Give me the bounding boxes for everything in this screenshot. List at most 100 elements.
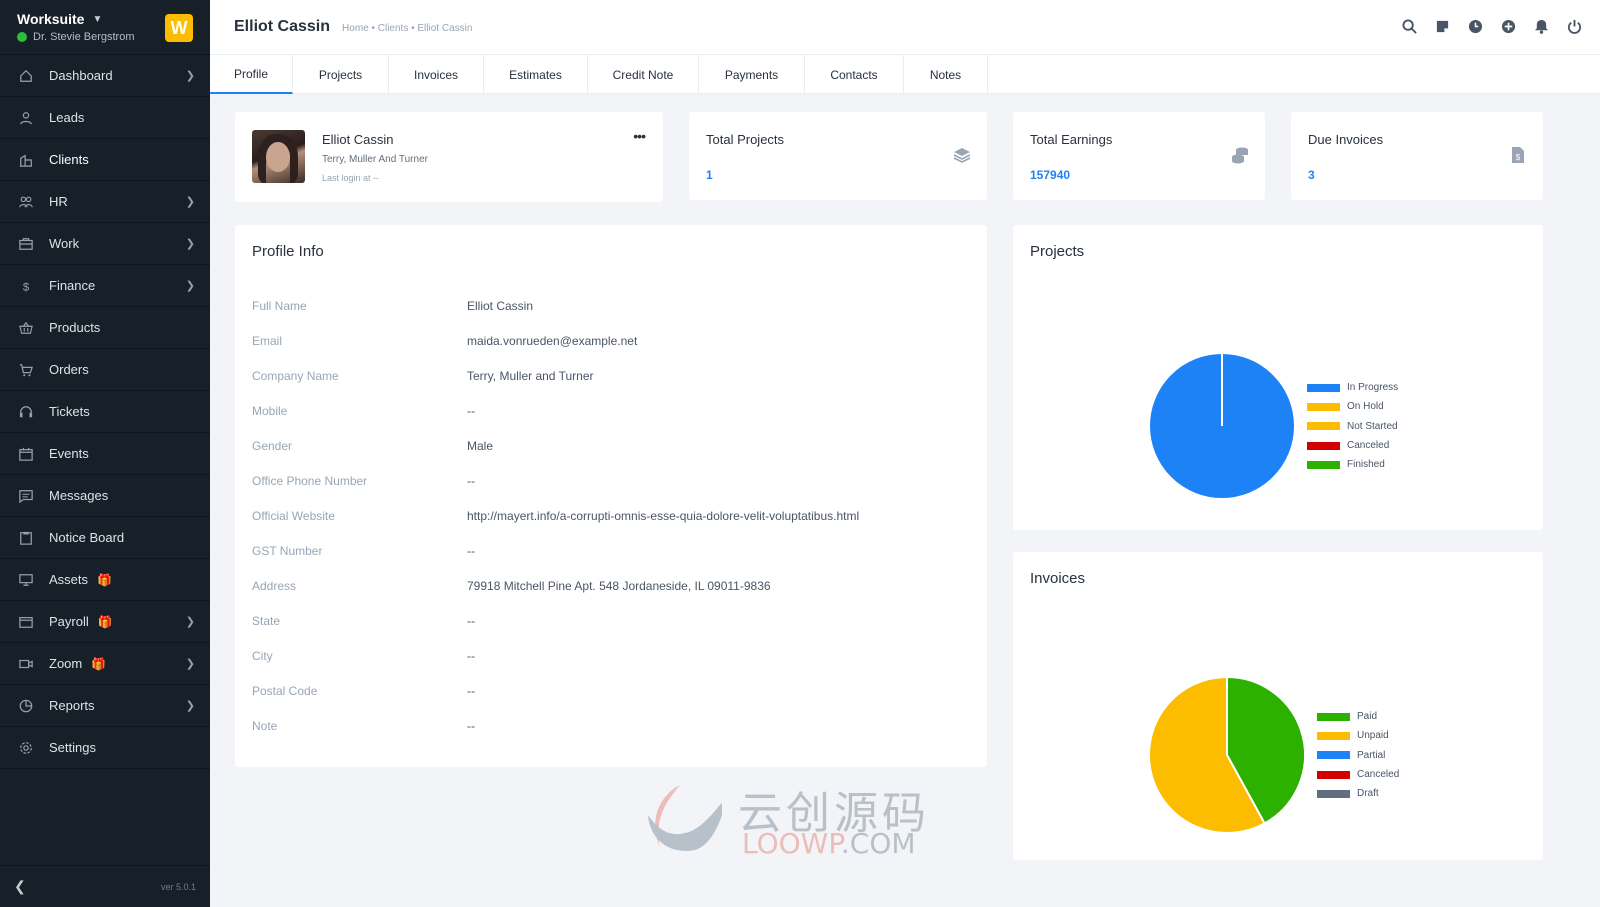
tab-payments[interactable]: Payments bbox=[699, 55, 805, 94]
coins-icon bbox=[1231, 146, 1249, 164]
due-invoices-card: Due Invoices 3 $ bbox=[1291, 112, 1543, 200]
sidebar-item-settings[interactable]: Settings bbox=[0, 727, 210, 769]
tab-projects[interactable]: Projects bbox=[293, 55, 389, 94]
sidebar-item-reports[interactable]: Reports ❯ bbox=[0, 685, 210, 727]
legend-item[interactable]: Draft bbox=[1317, 784, 1399, 803]
watermark-domain-a: LOOWP bbox=[742, 827, 841, 860]
legend-item[interactable]: Finished bbox=[1307, 455, 1398, 474]
legend-item[interactable]: Unpaid bbox=[1317, 726, 1399, 745]
tab-invoices[interactable]: Invoices bbox=[389, 55, 484, 94]
profile-info-card: Profile Info Full Name Elliot Cassin Email… bbox=[235, 225, 987, 767]
stat-value[interactable]: 1 bbox=[706, 168, 713, 182]
sidebar-item-events[interactable]: Events bbox=[0, 433, 210, 475]
profile-info-label: Address bbox=[252, 579, 297, 593]
sidebar-item-leads[interactable]: Leads bbox=[0, 97, 210, 139]
sidebar-item-hr[interactable]: HR ❯ bbox=[0, 181, 210, 223]
sidebar-item-payroll[interactable]: Payroll 🎁 ❯ bbox=[0, 601, 210, 643]
legend-item[interactable]: Canceled bbox=[1307, 436, 1398, 455]
watermark-logo-icon bbox=[648, 785, 722, 851]
sidebar-item-assets[interactable]: Assets 🎁 bbox=[0, 559, 210, 601]
sidebar-item-label: Orders bbox=[49, 362, 89, 377]
search-icon[interactable] bbox=[1401, 18, 1417, 34]
profile-info-value: Terry, Muller and Turner bbox=[467, 369, 594, 383]
tab-contacts[interactable]: Contacts bbox=[805, 55, 904, 94]
chevron-right-icon: ❯ bbox=[185, 196, 195, 208]
collapse-sidebar-icon[interactable]: ❮ bbox=[14, 878, 26, 895]
profile-info-label: Note bbox=[252, 719, 278, 733]
layers-icon bbox=[953, 146, 971, 164]
client-company: Terry, Muller And Turner bbox=[322, 154, 428, 165]
profile-info-label: Full Name bbox=[252, 299, 307, 313]
sticky-note-icon[interactable] bbox=[1434, 18, 1450, 34]
sidebar-item-orders[interactable]: Orders bbox=[0, 349, 210, 391]
watermark-domain-text: LOOWP.COM bbox=[742, 827, 916, 860]
sidebar-item-dashboard[interactable]: Dashboard ❯ bbox=[0, 55, 210, 97]
gift-icon: 🎁 bbox=[97, 614, 113, 629]
profile-info-value: -- bbox=[467, 474, 475, 488]
profile-info-row: Email maida.vonrueden@example.net bbox=[252, 334, 637, 350]
legend-swatch bbox=[1307, 441, 1340, 450]
chevron-down-icon: ▼ bbox=[92, 13, 103, 25]
sidebar-item-clients[interactable]: Clients bbox=[0, 139, 210, 181]
sidebar-menu: Dashboard ❯ Leads Clients HR ❯ Work ❯ $ Finance ❯ P… bbox=[0, 55, 210, 769]
client-name: Elliot Cassin bbox=[322, 132, 394, 147]
profile-info-value[interactable]: http://mayert.info/a-corrupti-omnis-esse… bbox=[467, 509, 859, 525]
legend-item[interactable]: Partial bbox=[1317, 746, 1399, 765]
more-options-icon[interactable]: ••• bbox=[633, 128, 646, 144]
legend-label: Draft bbox=[1357, 788, 1379, 800]
sidebar-item-label: Messages bbox=[49, 488, 109, 503]
clock-icon[interactable] bbox=[1467, 18, 1483, 34]
sidebar-item-notice-board[interactable]: Notice Board bbox=[0, 517, 210, 559]
tab-estimates[interactable]: Estimates bbox=[484, 55, 588, 94]
sidebar-item-label: Events bbox=[49, 446, 89, 461]
sidebar-item-finance[interactable]: $ Finance ❯ bbox=[0, 265, 210, 307]
legend-item[interactable]: In Progress bbox=[1307, 378, 1398, 397]
legend-swatch bbox=[1317, 789, 1350, 798]
sidebar-item-products[interactable]: Products bbox=[0, 307, 210, 349]
sidebar-item-work[interactable]: Work ❯ bbox=[0, 223, 210, 265]
bell-icon[interactable] bbox=[1533, 18, 1549, 34]
profile-info-row: Gender Male bbox=[252, 439, 493, 455]
legend-item[interactable]: On Hold bbox=[1307, 397, 1398, 416]
profile-info-value[interactable]: maida.vonrueden@example.net bbox=[467, 334, 637, 350]
chevron-right-icon: ❯ bbox=[185, 700, 195, 712]
legend-swatch bbox=[1307, 383, 1340, 392]
legend-swatch bbox=[1307, 422, 1340, 431]
profile-info-value: -- bbox=[467, 544, 475, 558]
sidebar-item-label: Settings bbox=[49, 740, 96, 755]
power-icon[interactable] bbox=[1566, 18, 1582, 34]
cart-icon bbox=[18, 362, 34, 378]
tab-notes[interactable]: Notes bbox=[904, 55, 988, 94]
sidebar-item-messages[interactable]: Messages bbox=[0, 475, 210, 517]
sidebar-item-zoom[interactable]: Zoom 🎁 ❯ bbox=[0, 643, 210, 685]
stat-value[interactable]: 157940 bbox=[1030, 168, 1070, 182]
sidebar-item-tickets[interactable]: Tickets bbox=[0, 391, 210, 433]
building-icon bbox=[18, 152, 34, 168]
stat-title: Due Invoices bbox=[1308, 132, 1384, 147]
total-projects-card: Total Projects 1 bbox=[689, 112, 987, 200]
sidebar-item-label: Reports bbox=[49, 698, 95, 713]
profile-info-label: Mobile bbox=[252, 404, 288, 418]
legend-item[interactable]: Paid bbox=[1317, 707, 1399, 726]
tab-profile[interactable]: Profile bbox=[210, 55, 293, 94]
app-logo[interactable]: W bbox=[165, 14, 193, 42]
stat-value[interactable]: 3 bbox=[1308, 168, 1315, 182]
plus-circle-icon[interactable] bbox=[1500, 18, 1516, 34]
breadcrumb[interactable]: Home • Clients • Elliot Cassin bbox=[342, 23, 472, 34]
profile-info-row: Address 79918 Mitchell Pine Apt. 548 Jord… bbox=[252, 579, 771, 595]
profile-info-label: Official Website bbox=[252, 509, 335, 523]
client-tabs: Profile Projects Invoices Estimates Credit N… bbox=[210, 55, 1600, 94]
sidebar-item-label: Assets bbox=[49, 572, 89, 587]
legend-label: Canceled bbox=[1357, 769, 1400, 781]
legend-swatch bbox=[1307, 460, 1340, 469]
legend-swatch bbox=[1317, 751, 1350, 760]
legend-item[interactable]: Canceled bbox=[1317, 765, 1399, 784]
chevron-right-icon: ❯ bbox=[185, 658, 195, 670]
profile-info-label: Office Phone Number bbox=[252, 474, 368, 488]
legend-label: In Progress bbox=[1347, 382, 1399, 394]
sidebar-header[interactable]: Worksuite ▼ Dr. Stevie Bergstrom W bbox=[0, 0, 210, 55]
profile-info-row: Company Name Terry, Muller and Turner bbox=[252, 369, 594, 385]
legend-item[interactable]: Not Started bbox=[1307, 417, 1398, 436]
tab-credit-note[interactable]: Credit Note bbox=[588, 55, 699, 94]
profile-info-value: -- bbox=[467, 649, 475, 663]
